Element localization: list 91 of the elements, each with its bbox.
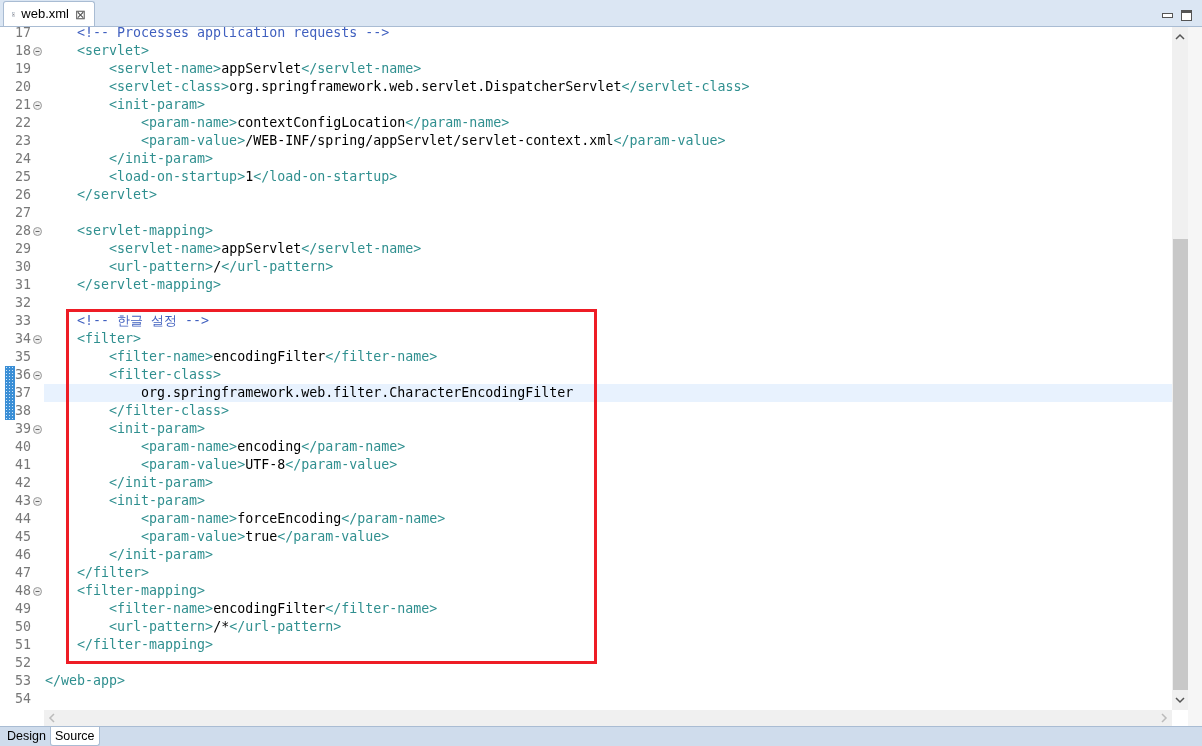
line-number: 51	[15, 638, 31, 652]
fold-toggle-icon[interactable]	[33, 46, 42, 56]
code-line: </filter-class>	[108, 404, 230, 418]
maximize-icon[interactable]	[1181, 10, 1192, 21]
line-number: 44	[15, 512, 31, 526]
line-number: 27	[15, 206, 31, 220]
scroll-down-icon[interactable]	[1175, 696, 1185, 704]
view-tab[interactable]: Design	[3, 727, 50, 746]
scroll-up-icon[interactable]	[1175, 33, 1185, 41]
fold-toggle-icon[interactable]	[33, 100, 42, 110]
code-line: </init-param>	[108, 152, 214, 166]
code-line: <filter-name>encodingFilter</filter-name>	[108, 602, 438, 616]
line-number: 54	[15, 692, 31, 706]
line-number: 53	[15, 674, 31, 688]
code-line: <param-value>/WEB-INF/spring/appServlet/servlet-context.xml</param-value>	[140, 134, 726, 148]
code-line: <filter-name>encodingFilter</filter-name>	[108, 350, 438, 364]
line-number: 40	[15, 440, 31, 454]
code-line: <filter>	[76, 332, 142, 346]
line-number: 32	[15, 296, 31, 310]
code-line: <init-param>	[108, 422, 206, 436]
code-line: <servlet-name>appServlet</servlet-name>	[108, 62, 422, 76]
code-line: <servlet-class>org.springframework.web.servlet.DispatcherServlet</servlet-class>	[108, 80, 750, 94]
code-line: <param-name>contextConfigLocation</param-name>	[140, 116, 510, 130]
code-line: <param-name>encoding</param-name>	[140, 440, 406, 454]
editor-tab[interactable]: web.xml ⊠	[3, 1, 95, 26]
line-number: 21	[15, 98, 31, 112]
line-number: 52	[15, 656, 31, 670]
code-line: <!-- Processes application requests -->	[76, 27, 390, 40]
scrollbar-thumb[interactable]	[1172, 239, 1188, 690]
line-number: 26	[15, 188, 31, 202]
code-line: <servlet-mapping>	[76, 224, 214, 238]
fold-toggle-icon[interactable]	[33, 586, 42, 596]
fold-toggle-icon[interactable]	[33, 424, 42, 434]
line-number: 45	[15, 530, 31, 544]
line-number: 33	[15, 314, 31, 328]
code-line: </web-app>	[45, 674, 126, 688]
line-number: 28	[15, 224, 31, 238]
line-number: 48	[15, 584, 31, 598]
line-number: 18	[15, 44, 31, 58]
code-line: </init-param>	[108, 548, 214, 562]
line-number: 37	[15, 386, 31, 400]
code-line: <!-- 한글 설정 -->	[76, 314, 210, 328]
line-number: 22	[15, 116, 31, 130]
fold-toggle-icon[interactable]	[33, 334, 42, 344]
code-line: </filter>	[76, 566, 150, 580]
line-number: 25	[15, 170, 31, 184]
fold-toggle-icon[interactable]	[33, 226, 42, 236]
line-number: 24	[15, 152, 31, 166]
line-number: 38	[15, 404, 31, 418]
fold-toggle-icon[interactable]	[33, 370, 42, 380]
line-number: 17	[15, 27, 31, 40]
code-line: </servlet-mapping>	[76, 278, 222, 292]
line-number: 50	[15, 620, 31, 634]
line-number: 34	[15, 332, 31, 346]
code-line: <url-pattern>/*</url-pattern>	[108, 620, 342, 634]
line-number: 20	[15, 80, 31, 94]
code-line: <servlet-name>appServlet</servlet-name>	[108, 242, 422, 256]
line-number: 42	[15, 476, 31, 490]
line-number: 36	[15, 368, 31, 382]
tab-title: web.xml	[21, 5, 69, 24]
line-number: 31	[15, 278, 31, 292]
code-line: </servlet>	[76, 188, 158, 202]
minimize-icon[interactable]	[1162, 13, 1173, 18]
code-line: <param-value>UTF-8</param-value>	[140, 458, 398, 472]
view-tab[interactable]: Source	[49, 727, 100, 746]
vertical-scrollbar[interactable]	[1172, 27, 1188, 710]
fold-toggle-icon[interactable]	[33, 496, 42, 506]
code-line: <filter-class>	[108, 368, 222, 382]
line-number: 19	[15, 62, 31, 76]
code-line: <param-value>true</param-value>	[140, 530, 390, 544]
code-line: <load-on-startup>1</load-on-startup>	[108, 170, 398, 184]
code-line: <init-param>	[108, 98, 206, 112]
close-button[interactable]: ⊠	[75, 7, 86, 21]
line-number: 49	[15, 602, 31, 616]
code-line: <url-pattern>/</url-pattern>	[108, 260, 334, 274]
code-line: <servlet>	[76, 44, 150, 58]
line-number: 29	[15, 242, 31, 256]
code-line: </init-param>	[108, 476, 214, 490]
line-number: 30	[15, 260, 31, 274]
line-number: 43	[15, 494, 31, 508]
code-line: <init-param>	[108, 494, 206, 508]
line-number: 35	[15, 350, 31, 364]
code-line: org.springframework.web.filter.CharacterEncodingFilter	[140, 386, 574, 400]
line-number: 23	[15, 134, 31, 148]
code-line: <filter-mapping>	[76, 584, 206, 598]
line-number: 46	[15, 548, 31, 562]
line-number: 39	[15, 422, 31, 436]
code-line: </filter-mapping>	[76, 638, 214, 652]
line-number: 47	[15, 566, 31, 580]
line-number: 41	[15, 458, 31, 472]
code-line: <param-name>forceEncoding</param-name>	[140, 512, 446, 526]
